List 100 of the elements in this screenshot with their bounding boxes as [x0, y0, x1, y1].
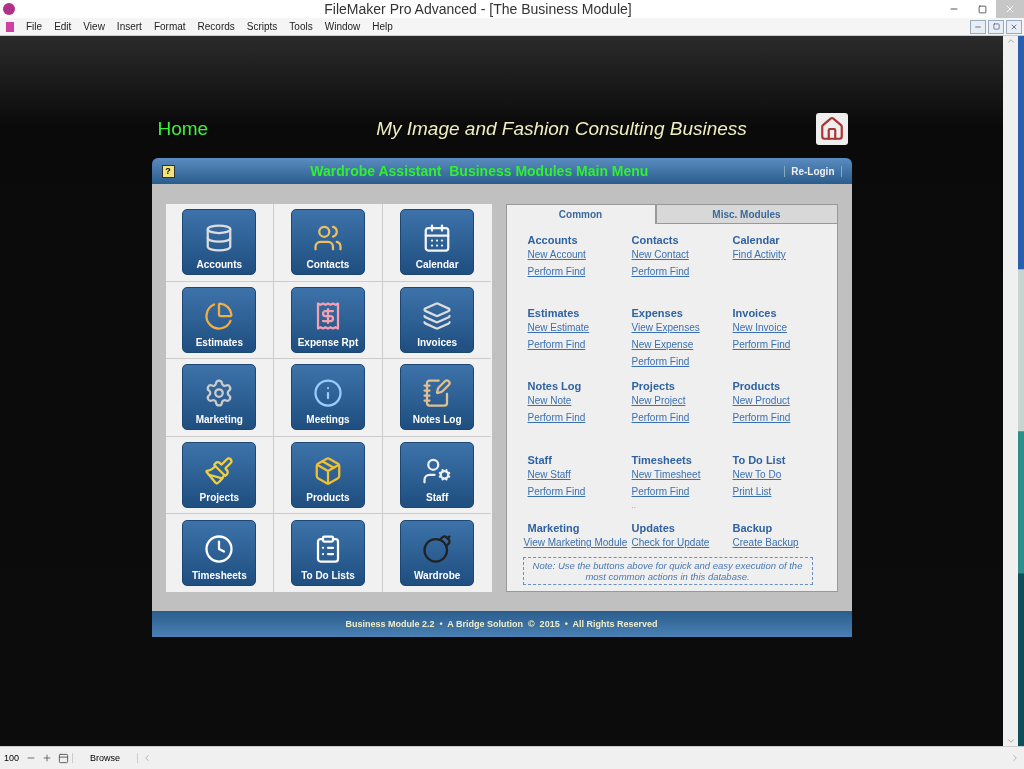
menu-item[interactable]: Format [147, 21, 192, 32]
close-button[interactable] [1006, 19, 1022, 34]
action-link[interactable]: Perform Find [527, 338, 586, 352]
module-button[interactable]: Accounts [182, 209, 257, 276]
section-title: Backup [732, 522, 773, 534]
menu-item[interactable]: File [20, 21, 49, 32]
menu-item[interactable]: Help [366, 21, 399, 32]
action-link[interactable]: Print List [732, 485, 772, 499]
action-link[interactable]: Find Activity [732, 248, 786, 262]
action-link[interactable]: New To Do [732, 468, 782, 482]
app-icon [2, 2, 16, 16]
notepad-icon [422, 378, 453, 409]
module-button[interactable]: Calendar [400, 209, 475, 276]
box-icon [313, 456, 343, 487]
section-title: Timesheets [631, 454, 692, 466]
action-link[interactable]: Perform Find [631, 485, 690, 499]
clock-icon [204, 534, 235, 565]
window-title: FileMaker Pro Advanced - [The Business Module] [323, 1, 633, 17]
action-link[interactable]: Perform Find [527, 265, 586, 279]
module-button[interactable]: Marketing [182, 364, 257, 431]
scroll-right-icon[interactable] [1010, 753, 1020, 763]
menu-item[interactable]: Insert [110, 21, 148, 32]
menu-item[interactable]: View [77, 21, 111, 32]
plus-icon [42, 753, 53, 763]
stack-icon [422, 300, 453, 331]
panel-icon [58, 752, 70, 764]
module-button[interactable]: Expense Rpt [291, 286, 365, 353]
action-link[interactable]: Perform Find [527, 485, 586, 499]
restore-button[interactable] [988, 19, 1004, 34]
section-title: Projects [631, 380, 675, 392]
action-link[interactable]: Perform Find [732, 411, 791, 425]
action-link[interactable]: New Note [527, 394, 572, 408]
close-icon [1004, 3, 1016, 15]
section-title: Invoices [732, 307, 777, 319]
scroll-up-icon[interactable] [1005, 36, 1016, 46]
action-link[interactable]: Check for Update [631, 536, 710, 550]
module-button[interactable]: Projects [182, 442, 257, 509]
menu-item[interactable]: Window [318, 21, 367, 32]
action-link[interactable]: New Contact [631, 248, 689, 262]
section-title: Products [732, 380, 781, 392]
action-link[interactable]: New Project [631, 394, 686, 408]
menu-item[interactable]: Scripts [240, 21, 284, 32]
module-button[interactable]: Staff [400, 442, 475, 509]
footer-text: Business Module 2.2 • A Bridge Solution © 2015 • All Rights Reserved [151, 611, 852, 637]
info-icon [313, 378, 343, 409]
zoom-level[interactable]: 100 [0, 753, 24, 763]
module-button[interactable]: Products [291, 442, 365, 509]
action-link[interactable]: View Marketing Module [523, 536, 628, 550]
section-title: Marketing [527, 522, 580, 534]
action-link[interactable]: New Estimate [527, 321, 590, 335]
section-title: Accounts [527, 234, 578, 246]
section-title: Contacts [631, 234, 679, 246]
action-link[interactable]: New Staff [527, 468, 571, 482]
action-link[interactable]: Perform Find [631, 265, 690, 279]
section-title: Staff [527, 454, 552, 466]
action-link[interactable]: Create Backup [732, 536, 799, 550]
module-button[interactable]: Notes Log [400, 364, 475, 431]
module-button[interactable]: Wardrobe [400, 520, 475, 587]
note-text: Note: Use the buttons above for quick and easy execution of the most common actions in this database. [522, 557, 813, 585]
action-link[interactable]: Perform Find [631, 411, 690, 425]
house-icon[interactable] [815, 113, 848, 145]
section-title: Estimates [527, 307, 580, 319]
module-button[interactable]: Timesheets [182, 520, 257, 587]
action-link[interactable]: New Product [732, 394, 790, 408]
section-title: Notes Log [527, 380, 582, 392]
minimize-button[interactable] [970, 19, 986, 34]
module-button[interactable]: Invoices [400, 286, 475, 353]
section-title: Updates [631, 522, 675, 534]
section-title: Calendar [732, 234, 780, 246]
action-link[interactable]: New Account [527, 248, 586, 262]
home-link[interactable]: Home [151, 118, 308, 140]
module-button[interactable]: To Do Lists [291, 520, 365, 587]
action-link[interactable]: Perform Find [631, 355, 690, 369]
action-link[interactable]: Perform Find [732, 338, 791, 352]
module-button[interactable]: Estimates [182, 286, 257, 353]
business-title: My Image and Fashion Consulting Business [375, 118, 748, 140]
tab[interactable]: Misc. Modules [655, 204, 838, 224]
help-button[interactable]: ? [161, 164, 175, 178]
document-icon [4, 20, 16, 33]
vertical-scrollbar[interactable] [1003, 36, 1018, 746]
scroll-down-icon[interactable] [1005, 736, 1016, 746]
action-link[interactable]: Perform Find [527, 411, 586, 425]
brush-icon [204, 456, 235, 487]
action-link[interactable]: View Expenses [631, 321, 700, 335]
dots-text: .. [631, 502, 636, 510]
module-button[interactable]: Contacts [291, 209, 365, 276]
menu-item[interactable]: Tools [283, 21, 319, 32]
relogin-button[interactable]: Re-Login [784, 165, 842, 177]
panel-title: Wardrobe Assistant Business Modules Main Menu [309, 163, 650, 179]
mode-label[interactable]: Browse [72, 753, 139, 763]
bomb-icon [422, 534, 453, 565]
action-link[interactable]: New Expense [631, 338, 694, 352]
action-link[interactable]: New Invoice [732, 321, 787, 335]
menu-item[interactable]: Edit [48, 21, 78, 32]
menu-item[interactable]: Records [191, 21, 241, 32]
tab[interactable]: Common [505, 204, 656, 224]
chart-icon [204, 300, 235, 331]
close-icon [1010, 22, 1018, 31]
action-link[interactable]: New Timesheet [631, 468, 701, 482]
module-button[interactable]: Meetings [291, 364, 365, 431]
